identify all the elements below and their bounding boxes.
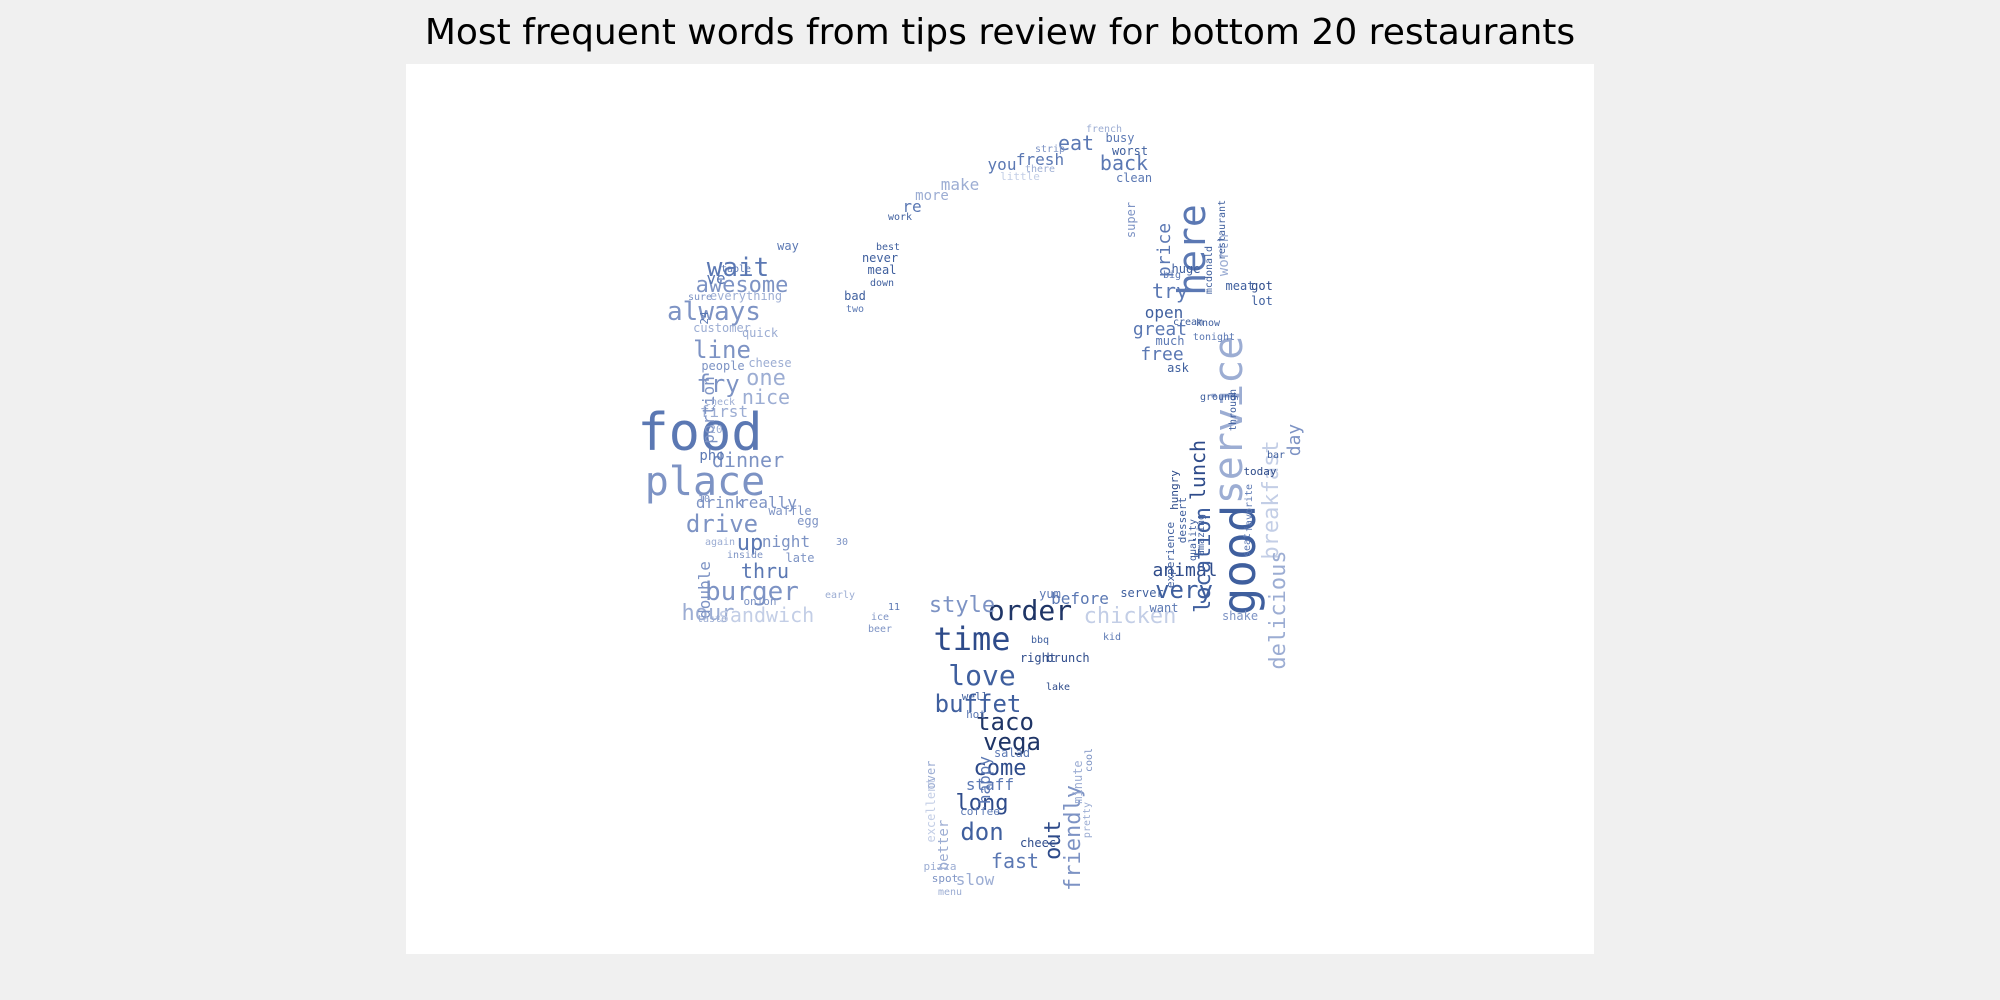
- word-meal: meal: [868, 263, 897, 277]
- word-bad: bad: [844, 289, 866, 303]
- word-hungry: hungry: [1168, 470, 1181, 510]
- word-quick: quick: [742, 326, 779, 340]
- word-way: way: [777, 239, 799, 253]
- word-down: down: [870, 278, 894, 289]
- word-ice: ice: [871, 612, 889, 623]
- word-sure: sure: [688, 292, 712, 303]
- word-minute: minute: [1071, 760, 1085, 803]
- word-10: 10: [698, 494, 710, 505]
- word-pretty: pretty: [1082, 802, 1093, 838]
- word-check: check: [705, 397, 735, 408]
- word-spot: spot: [932, 872, 959, 885]
- word-lunch: lunch: [1186, 440, 1210, 500]
- word-strip: strip: [1035, 144, 1065, 155]
- word-favorite: favorite: [1244, 484, 1255, 532]
- word-late: late: [786, 551, 815, 565]
- word-onion: onion: [743, 595, 776, 608]
- word-over: over: [924, 761, 938, 790]
- word-ve: ve: [706, 269, 725, 288]
- word-ask: ask: [1167, 361, 1189, 375]
- word-happy: happy: [975, 756, 994, 805]
- word-restaurant: restaurant: [1217, 200, 1228, 260]
- word-nice: nice: [742, 385, 790, 409]
- word-20: 20: [709, 423, 722, 436]
- word-again: again: [705, 537, 735, 548]
- word-amazing: amazing: [1196, 514, 1207, 556]
- word-hot: hot: [966, 708, 986, 721]
- word-best: best: [876, 242, 900, 253]
- word-inside: inside: [727, 550, 763, 561]
- word-huge: huge: [1172, 262, 1201, 276]
- word-waffle: waffle: [768, 504, 811, 518]
- word-well: well: [962, 690, 989, 703]
- word-kid: kid: [1103, 632, 1121, 643]
- word-double: double: [695, 561, 714, 619]
- word-early: early: [825, 590, 855, 601]
- word-11: 11: [888, 602, 900, 613]
- word-cheec: cheec: [1020, 836, 1056, 850]
- word-delicious: delicious: [1266, 550, 1291, 669]
- word-experience: experience: [1164, 522, 1177, 588]
- word-shake: shake: [1222, 609, 1258, 623]
- word-work: work: [888, 212, 912, 223]
- word-two: two: [846, 304, 864, 315]
- word-fast: fast: [991, 849, 1039, 873]
- word-through: through: [1228, 389, 1239, 431]
- word-tonight: tonight: [1193, 332, 1235, 343]
- word-seat: seat: [1242, 533, 1253, 557]
- word-brunch: brunch: [1046, 651, 1089, 665]
- word-cool: cool: [1084, 748, 1095, 772]
- word-good: good: [1212, 505, 1266, 616]
- word-love: love: [948, 659, 1015, 692]
- word-people: people: [701, 359, 744, 373]
- word-there: there: [1025, 164, 1055, 175]
- word-bbq: bbq: [1031, 635, 1049, 646]
- word-mcdonald: mcdonald: [1204, 246, 1215, 294]
- word-clean: clean: [1116, 171, 1152, 185]
- word-night: night: [762, 532, 810, 551]
- word-worst: worst: [1112, 144, 1148, 158]
- word-pho: pho: [699, 448, 724, 464]
- word-try: try: [1152, 279, 1188, 303]
- word-yum: yum: [1039, 587, 1061, 601]
- word-lake: lake: [1046, 682, 1070, 693]
- word-server: server: [1120, 586, 1163, 600]
- word-beer: beer: [868, 624, 892, 635]
- word-taste: taste: [697, 614, 727, 625]
- word-don: don: [960, 818, 1003, 846]
- word-want: want: [1150, 601, 1179, 615]
- word-salad: salad: [994, 746, 1030, 760]
- word-menu: menu: [938, 887, 962, 898]
- word-style: style: [929, 593, 995, 618]
- word-bar: bar: [1267, 450, 1285, 461]
- word-super: super: [1124, 202, 1138, 238]
- word-cloud: foodplacegoodserviceheretimeorderlovebuf…: [637, 124, 1305, 898]
- word-meat: meat: [1226, 279, 1255, 293]
- word-know: know: [1196, 318, 1221, 329]
- word-coffee: coffee: [960, 805, 1000, 818]
- word-30: 30: [836, 537, 848, 548]
- word-much: much: [1156, 334, 1185, 348]
- word-today: today: [1243, 465, 1276, 478]
- word-day: day: [1284, 424, 1305, 457]
- word-everything: everything: [710, 289, 782, 303]
- word-french: french: [1086, 124, 1122, 135]
- word-lot: lot: [1251, 294, 1273, 308]
- word-24: 24: [698, 311, 711, 325]
- word-cheese: cheese: [748, 356, 791, 370]
